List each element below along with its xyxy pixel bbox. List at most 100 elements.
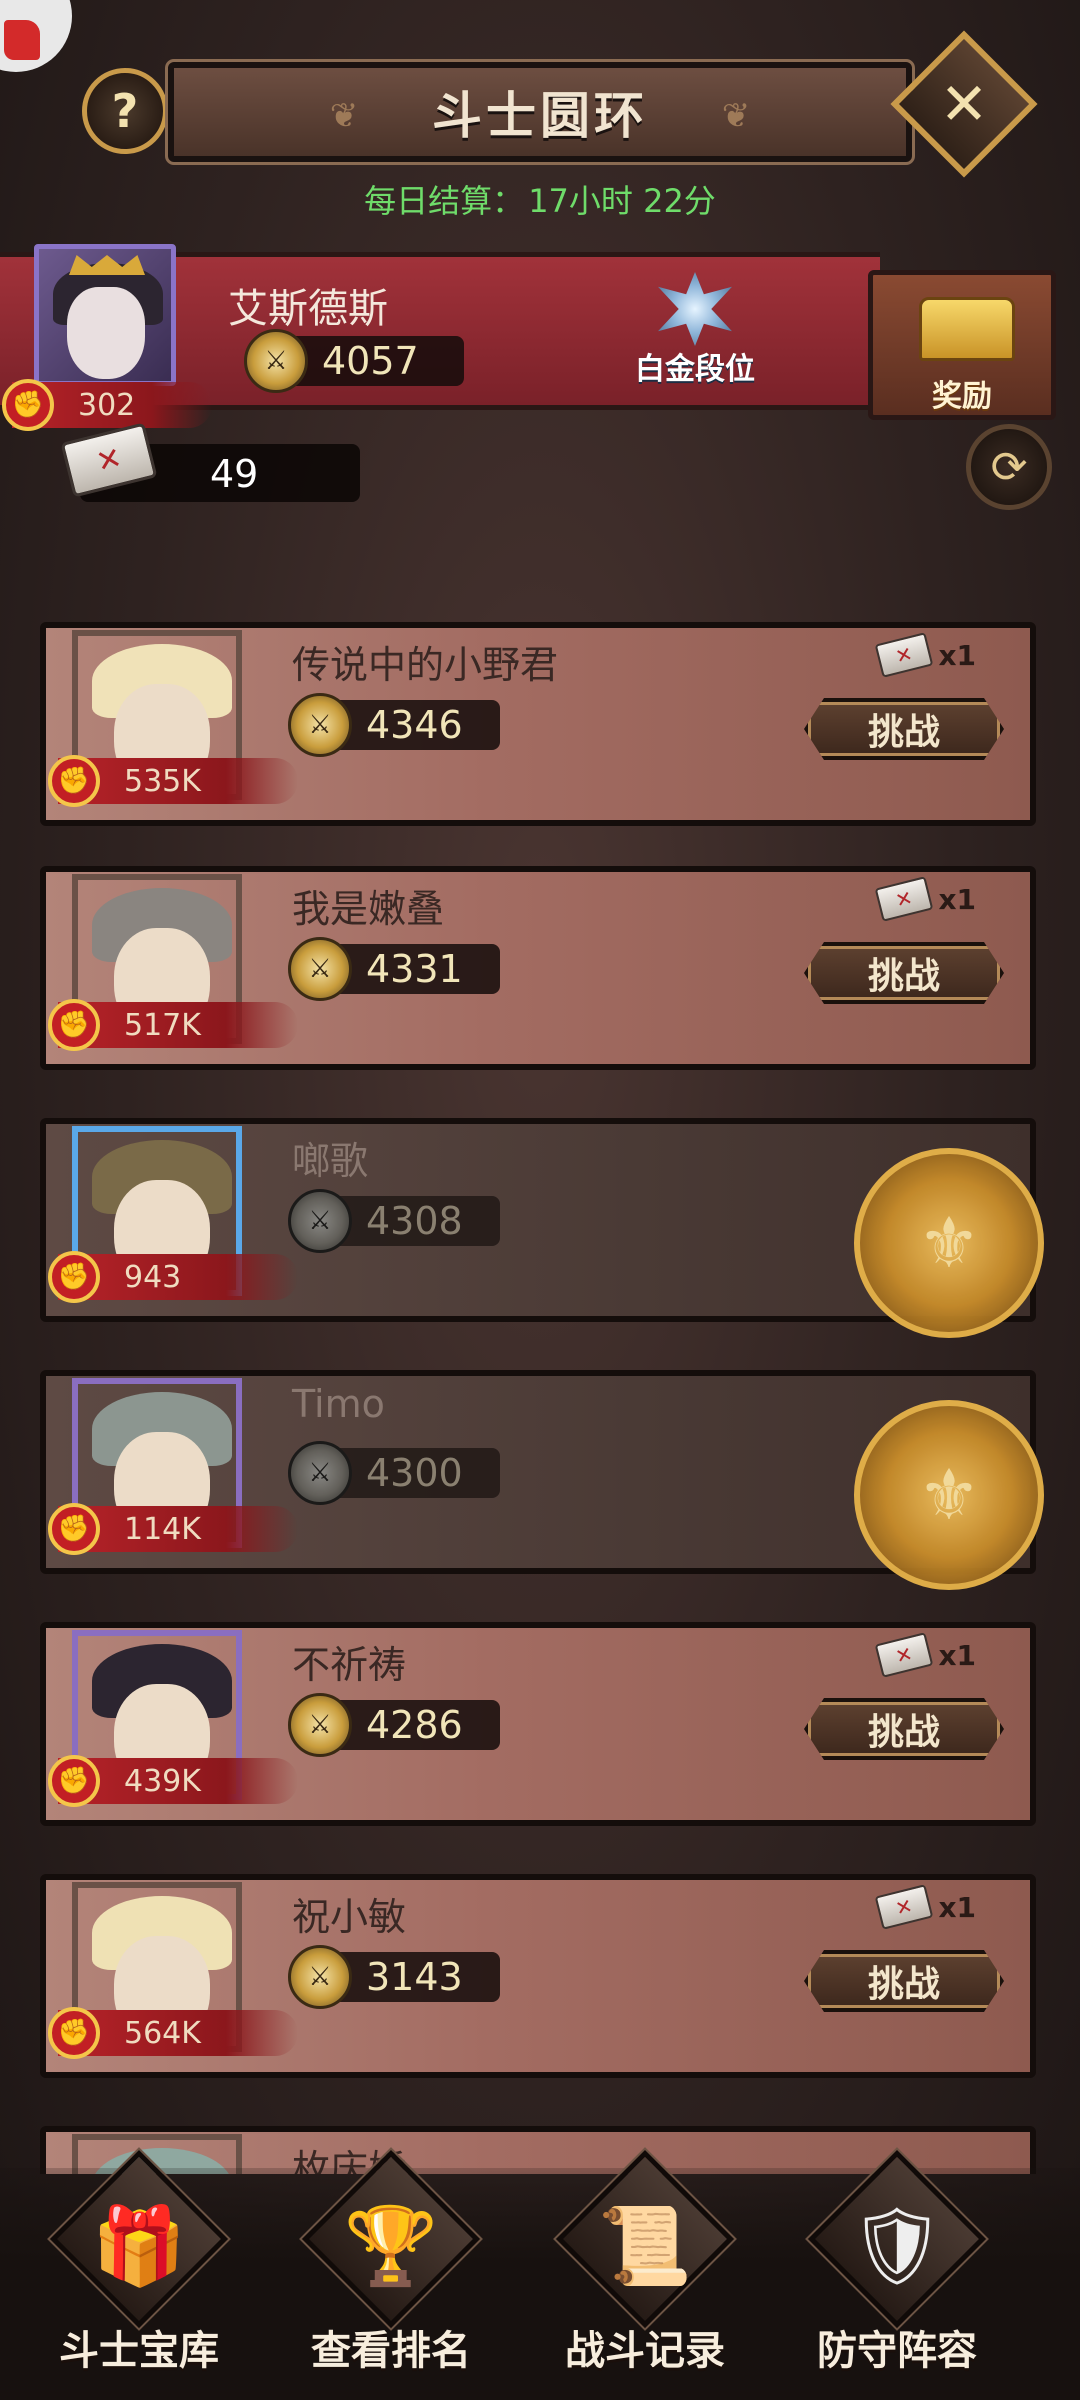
reward-button[interactable]: 奖励 — [868, 270, 1056, 420]
opponent-card[interactable]: 不祈祷 ⚔ 4286 ✊ 439K ✕ x1 挑战 — [40, 1608, 1048, 1828]
fist-icon: ✊ — [48, 1755, 100, 1807]
shield-icon: 🛡 — [848, 2201, 946, 2290]
ticket-count: 49 — [210, 452, 259, 496]
defeated-seal-icon: ⚜ — [854, 1148, 1044, 1338]
nav-item-battle-log[interactable]: 📜 战斗记录 — [532, 2147, 752, 2386]
platinum-rank-icon — [658, 272, 732, 346]
page-title: 斗士圆环 — [432, 87, 648, 145]
question-icon: ? — [111, 84, 139, 138]
scroll-icon: 📜 — [597, 2201, 693, 2290]
ticket-cost-value: x1 — [938, 1890, 976, 1924]
opponent-power-value: 114K — [124, 1511, 201, 1547]
opponent-score-value: 3143 — [366, 1955, 463, 1999]
opponent-score-value: 4331 — [366, 947, 463, 991]
arena-crest-icon: ⚔ — [288, 1945, 352, 2009]
challenge-ticket-icon: ✕ — [875, 632, 934, 678]
arena-crest-icon: ⚔ — [288, 1189, 352, 1253]
opponent-card[interactable]: 啷歌 ⚔ 4308 ✊ 943 ⚜ — [40, 1104, 1048, 1338]
player-avatar[interactable] — [34, 244, 176, 386]
help-button[interactable]: ? — [82, 68, 168, 154]
opponent-score: ⚔ 4286 — [288, 1693, 500, 1757]
opponent-power: ✊ 439K — [48, 1755, 298, 1807]
player-name: 艾斯德斯 — [228, 286, 388, 332]
refresh-icon: ⟳ — [990, 441, 1028, 493]
defeated-seal-icon: ⚜ — [854, 1400, 1044, 1590]
player-power-value: 302 — [78, 387, 136, 423]
opponent-name: Timo — [292, 1382, 385, 1426]
ticket-cost-value: x1 — [938, 1638, 976, 1672]
opponent-list[interactable]: 传说中的小野君 ⚔ 4346 ✊ 535K ✕ x1 挑战 我是嫩叠 ⚔ 4331 ✊ 517K ✕ x1 挑… — [0, 616, 1080, 2174]
opponent-score: ⚔ 4346 — [288, 693, 500, 757]
fist-icon: ✊ — [48, 1503, 100, 1555]
daily-settlement-timer: 每日结算： 17小时 22分 — [0, 176, 1080, 222]
arena-crest-icon: ⚔ — [288, 1693, 352, 1757]
opponent-score: ⚔ 4308 — [288, 1189, 500, 1253]
opponent-card[interactable]: 我是嫩叠 ⚔ 4331 ✊ 517K ✕ x1 挑战 — [40, 852, 1048, 1072]
opponent-name: 祝小敏 — [292, 1895, 407, 1939]
opponent-name: 啷歌 — [292, 1139, 369, 1183]
arena-crest-icon: ⚔ — [288, 937, 352, 1001]
challenge-button[interactable]: 挑战 — [804, 1698, 1004, 1760]
ticket-cost-value: x1 — [938, 638, 976, 672]
opponent-power-value: 517K — [124, 1007, 201, 1043]
fist-icon: ✊ — [48, 1251, 100, 1303]
opponent-power: ✊ 114K — [48, 1503, 298, 1555]
treasure-chest-icon: 🎁 — [91, 2201, 187, 2290]
opponent-power-value: 564K — [124, 2015, 201, 2051]
arena-crest-icon: ⚔ — [288, 693, 352, 757]
fist-icon: ✊ — [48, 755, 100, 807]
challenge-ticket-icon: ✕ — [875, 876, 934, 922]
nav-item-ranking[interactable]: 🏆 查看排名 — [278, 2147, 498, 2386]
wing-ornament-icon: ❦ — [329, 96, 359, 136]
player-score-value: 4057 — [322, 339, 419, 383]
opponent-power-value: 535K — [124, 763, 201, 799]
nav-label: 战斗记录 — [565, 2328, 725, 2374]
opponent-card[interactable]: 祝小敏 ⚔ 3143 ✊ 564K ✕ x1 挑战 — [40, 1860, 1048, 2080]
opponent-card[interactable]: Timo ⚔ 4300 ✊ 114K ⚜ — [40, 1356, 1048, 1590]
rank-label: 白金段位 — [635, 352, 755, 387]
opponent-card[interactable]: 传说中的小野君 ⚔ 4346 ✊ 535K ✕ x1 挑战 — [40, 616, 1048, 828]
fist-icon: ✊ — [48, 999, 100, 1051]
opponent-power-value: 439K — [124, 1763, 201, 1799]
trophy-icon: 🏆 — [343, 2201, 439, 2290]
challenge-button[interactable]: 挑战 — [804, 942, 1004, 1004]
brand-mark-icon — [4, 20, 40, 60]
wing-ornament-icon: ❦ — [721, 96, 751, 136]
challenge-button[interactable]: 挑战 — [804, 698, 1004, 760]
opponent-name: 不祈祷 — [292, 1643, 407, 1687]
opponent-score-value: 4286 — [366, 1703, 463, 1747]
nav-item-defense[interactable]: 🛡 防守阵容 — [784, 2147, 1004, 2386]
ticket-cost-value: x1 — [938, 882, 976, 916]
challenge-ticket-icon: ✕ — [875, 1632, 934, 1678]
player-power: ✊ 302 — [2, 379, 212, 431]
opponent-score-value: 4300 — [366, 1451, 463, 1495]
nav-label: 查看排名 — [311, 2328, 471, 2374]
reward-label: 奖励 — [932, 379, 992, 414]
settle-time: 17小时 22分 — [528, 182, 716, 220]
opponent-name: 传说中的小野君 — [292, 643, 559, 687]
opponent-name: 我是嫩叠 — [292, 887, 445, 931]
settle-label: 每日结算： — [364, 182, 525, 220]
ticket-cost: ✕ x1 — [875, 876, 976, 922]
close-button[interactable]: ✕ — [890, 30, 1038, 178]
opponent-power: ✊ 943 — [48, 1251, 298, 1303]
challenge-ticket-icon: ✕ — [875, 1884, 934, 1930]
opponent-power: ✊ 535K — [48, 755, 298, 807]
arena-crest-icon: ⚔ — [288, 1441, 352, 1505]
opponent-score: ⚔ 3143 — [288, 1945, 500, 2009]
player-score: ⚔ 4057 — [244, 329, 464, 393]
app-corner-logo — [0, 0, 72, 72]
challenge-button[interactable]: 挑战 — [804, 1950, 1004, 2012]
nav-item-vault[interactable]: 🎁 斗士宝库 — [26, 2147, 246, 2386]
ticket-cost: ✕ x1 — [875, 632, 976, 678]
fist-icon: ✊ — [48, 2007, 100, 2059]
rank-badge[interactable]: 白金段位 — [632, 272, 758, 387]
opponent-score-value: 4346 — [366, 703, 463, 747]
opponent-power-value: 943 — [124, 1259, 182, 1295]
opponent-score: ⚔ 4331 — [288, 937, 500, 1001]
ticket-cost: ✕ x1 — [875, 1632, 976, 1678]
refresh-button[interactable]: ⟳ — [966, 424, 1052, 510]
opponent-power: ✊ 517K — [48, 999, 298, 1051]
arena-crest-icon: ⚔ — [244, 329, 308, 393]
crown-icon — [69, 255, 145, 275]
